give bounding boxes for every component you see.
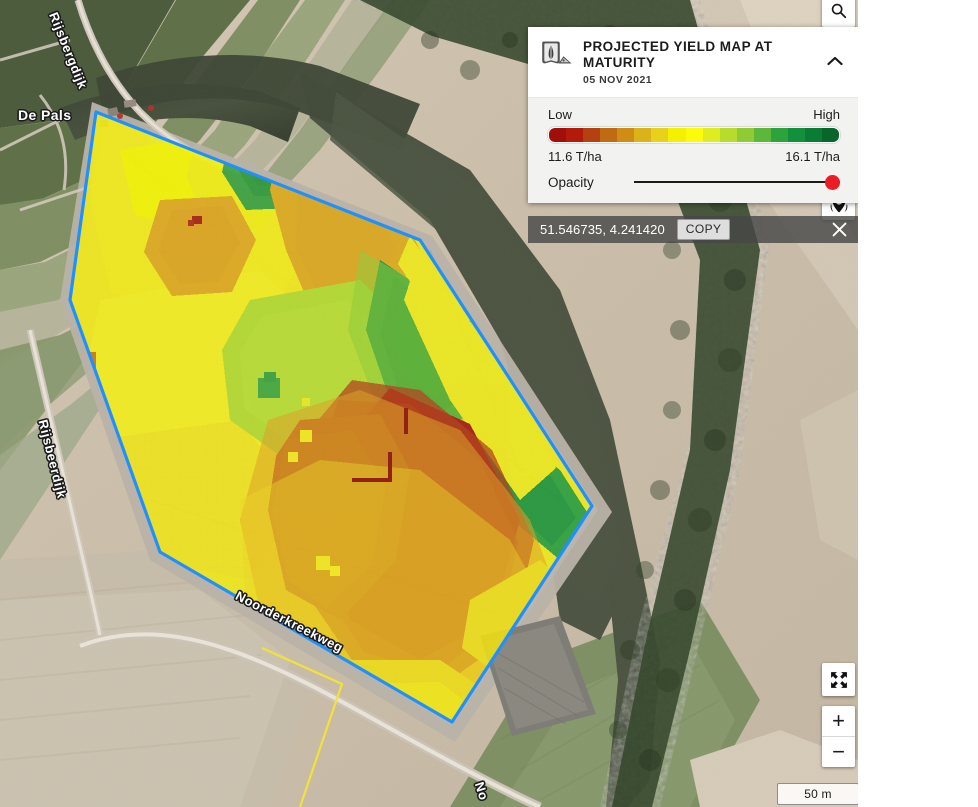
search-button[interactable] [822, 0, 855, 27]
zoom-in-button[interactable]: + [822, 706, 855, 737]
legend-low-label: Low [548, 107, 572, 122]
legend-color-bar [548, 127, 840, 143]
legend-swatch-8 [685, 128, 703, 142]
legend-swatch-2 [583, 128, 601, 142]
copy-coordinates-button[interactable]: COPY [676, 219, 731, 240]
yield-layer-panel-titles: PROJECTED YIELD MAP AT MATURITY 05 NOV 2… [583, 38, 822, 86]
legend-swatch-10 [719, 128, 737, 142]
zoom-out-button[interactable]: − [822, 737, 855, 767]
opacity-slider-thumb[interactable] [825, 174, 840, 190]
legend-swatch-1 [566, 128, 584, 142]
fit-to-screen-icon [830, 671, 847, 688]
panel-date: 05 NOV 2021 [583, 74, 653, 86]
scale-bar: 50 m [777, 783, 858, 805]
panel-collapse-button[interactable] [822, 48, 848, 74]
close-icon [832, 222, 846, 237]
right-blank-gutter [858, 0, 978, 807]
legend-swatch-11 [736, 128, 754, 142]
zoom-controls[interactable]: + − [822, 706, 855, 767]
yield-map-application: Rijsbergdijk De Pals Rijsbeerdijk Noorde… [0, 0, 978, 807]
legend-max-value: 16.1 T/ha [785, 149, 840, 164]
close-coordinate-bar-button[interactable] [820, 216, 858, 243]
opacity-slider-track [633, 181, 840, 183]
panel-title: PROJECTED YIELD MAP AT MATURITY [583, 39, 773, 70]
legend-swatch-9 [702, 128, 720, 142]
legend-swatch-3 [600, 128, 618, 142]
opacity-slider[interactable] [633, 173, 840, 191]
opacity-label: Opacity [548, 174, 594, 190]
legend-swatch-15 [804, 128, 822, 142]
legend-swatch-14 [787, 128, 805, 142]
search-icon [831, 3, 847, 19]
legend-swatch-7 [668, 128, 686, 142]
scale-bar-label: 50 m [804, 787, 832, 801]
yield-legend-body: Low High 11.6 T/ha 16.1 T/ha Opacity [528, 97, 858, 203]
crop-yield-icon [542, 41, 572, 64]
legend-swatch-12 [753, 128, 771, 142]
yield-layer-panel-header[interactable]: PROJECTED YIELD MAP AT MATURITY 05 NOV 2… [528, 27, 858, 97]
legend-high-label: High [813, 107, 840, 122]
chevron-up-icon [827, 56, 843, 66]
legend-swatch-16 [822, 128, 839, 142]
coordinate-bar[interactable]: 51.546735, 4.241420 COPY [528, 216, 858, 243]
legend-swatch-5 [634, 128, 652, 142]
yield-layer-panel[interactable]: PROJECTED YIELD MAP AT MATURITY 05 NOV 2… [528, 27, 858, 203]
map-viewport[interactable]: Rijsbergdijk De Pals Rijsbeerdijk Noorde… [0, 0, 858, 807]
legend-swatch-4 [617, 128, 635, 142]
coordinate-value: 51.546735, 4.241420 [540, 222, 665, 237]
legend-end-labels: Low High [548, 107, 840, 122]
legend-value-labels: 11.6 T/ha 16.1 T/ha [548, 149, 840, 164]
legend-swatch-6 [651, 128, 669, 142]
fit-to-screen-button[interactable] [822, 663, 855, 696]
legend-swatch-0 [549, 128, 567, 142]
legend-min-value: 11.6 T/ha [548, 149, 602, 164]
legend-swatch-13 [770, 128, 788, 142]
opacity-row: Opacity [548, 173, 840, 191]
